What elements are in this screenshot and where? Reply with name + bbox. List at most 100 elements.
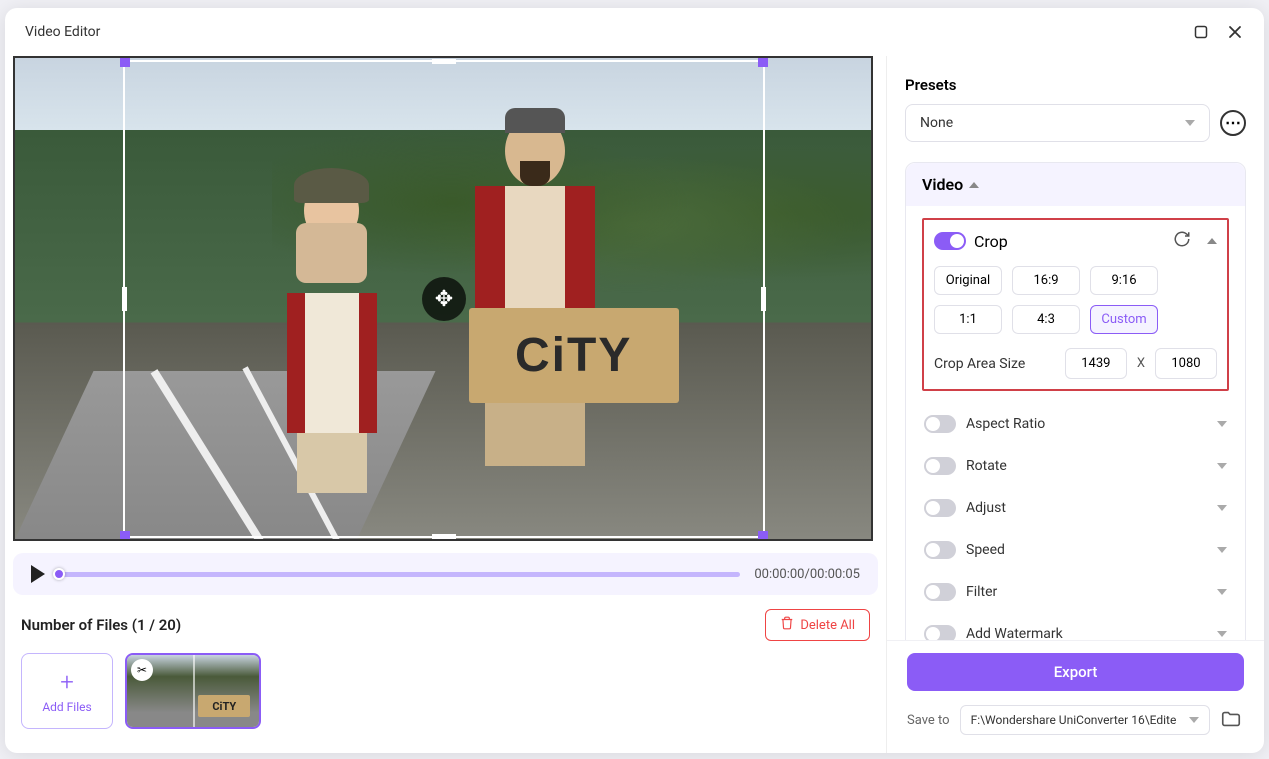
crop-handle-bottom[interactable] [432, 534, 456, 539]
crop-preset-16-9[interactable]: 16:9 [1012, 266, 1080, 295]
maximize-button[interactable] [1192, 23, 1210, 41]
effect-toggle[interactable] [924, 457, 956, 475]
save-to-row: Save to F:\Wondershare UniConverter 16\E… [907, 705, 1244, 735]
effect-label: Rotate [966, 458, 1007, 474]
presets-dropdown[interactable]: None [905, 104, 1210, 142]
export-button[interactable]: Export [907, 653, 1244, 691]
effect-row-aspect-ratio[interactable]: Aspect Ratio [922, 403, 1229, 445]
thumb-sign: CiTY [198, 695, 250, 717]
effects-list: Aspect Ratio Rotate Adjust Speed Filter Add W… [922, 403, 1229, 640]
chevron-down-icon [1217, 589, 1227, 595]
right-scroll[interactable]: Presets None Video [887, 56, 1264, 640]
crop-preset-9-16[interactable]: 9:16 [1090, 266, 1158, 295]
effect-label: Aspect Ratio [966, 416, 1045, 432]
progress-thumb[interactable] [53, 568, 65, 580]
files-row: + Add Files ✂ CiTY [21, 653, 870, 729]
crop-height-input[interactable] [1155, 348, 1217, 379]
effect-row-filter[interactable]: Filter [922, 571, 1229, 613]
x-separator: X [1137, 356, 1145, 371]
play-button[interactable] [31, 565, 45, 583]
crop-preset-1-1[interactable]: 1:1 [934, 305, 1002, 334]
titlebar-controls [1192, 23, 1244, 41]
open-folder-button[interactable] [1220, 708, 1244, 732]
files-count: Number of Files (1 / 20) [21, 616, 181, 634]
collapse-crop-icon[interactable] [1207, 238, 1217, 244]
video-editor-window: Video Editor [5, 8, 1264, 753]
chevron-up-icon [969, 182, 979, 188]
crop-handle-top[interactable] [432, 59, 456, 64]
bottom-bar: Export Save to F:\Wondershare UniConvert… [887, 640, 1264, 753]
crop-preset-buttons: Original 16:9 9:16 1:1 4:3 Custom [934, 266, 1217, 334]
chevron-down-icon [1189, 717, 1199, 723]
effect-toggle[interactable] [924, 583, 956, 601]
crop-handle-tr[interactable] [758, 57, 768, 67]
plus-icon: + [60, 668, 74, 696]
playback-bar: 00:00:00/00:00:05 [13, 553, 878, 595]
close-button[interactable] [1226, 23, 1244, 41]
delete-all-label: Delete All [800, 618, 855, 633]
reset-icon[interactable] [1173, 230, 1191, 252]
chevron-down-icon [1217, 463, 1227, 469]
presets-row: None [905, 104, 1246, 142]
titlebar: Video Editor [5, 8, 1264, 56]
video-preview[interactable]: CiTY ✥ [13, 56, 873, 541]
time-display: 00:00:00/00:00:05 [754, 567, 860, 582]
trash-icon [780, 616, 794, 634]
effect-toggle[interactable] [924, 415, 956, 433]
video-section-header[interactable]: Video [906, 163, 1245, 206]
files-header: Number of Files (1 / 20) Delete All [21, 609, 870, 641]
delete-all-button[interactable]: Delete All [765, 609, 870, 641]
crop-handle-bl[interactable] [120, 531, 130, 541]
crop-size-row: Crop Area Size X [934, 348, 1217, 379]
chevron-down-icon [1217, 631, 1227, 637]
effect-row-adjust[interactable]: Adjust [922, 487, 1229, 529]
effect-label: Adjust [966, 500, 1006, 516]
crop-handle-right[interactable] [761, 287, 766, 311]
chevron-down-icon [1217, 421, 1227, 427]
presets-label: Presets [905, 76, 1246, 94]
crop-preset-custom[interactable]: Custom [1090, 305, 1158, 334]
file-thumbnail-1[interactable]: ✂ CiTY [125, 653, 261, 729]
crop-header-row: Crop [934, 230, 1217, 252]
crop-preset-4-3[interactable]: 4:3 [1012, 305, 1080, 334]
crop-preset-original[interactable]: Original [934, 266, 1002, 295]
presets-selected: None [920, 115, 953, 131]
left-panel: CiTY ✥ [5, 56, 886, 753]
progress-slider[interactable] [59, 572, 740, 577]
presets-more-button[interactable] [1220, 110, 1246, 136]
crop-label: Crop [974, 232, 1008, 251]
effect-toggle[interactable] [924, 541, 956, 559]
effect-label: Filter [966, 584, 997, 600]
save-to-label: Save to [907, 713, 950, 728]
save-path: F:\Wondershare UniConverter 16\Edite [971, 713, 1177, 727]
effect-row-add-watermark[interactable]: Add Watermark [922, 613, 1229, 640]
chevron-down-icon [1217, 505, 1227, 511]
crop-handle-br[interactable] [758, 531, 768, 541]
crop-box[interactable]: ✥ [123, 60, 765, 538]
effect-toggle[interactable] [924, 625, 956, 640]
save-to-dropdown[interactable]: F:\Wondershare UniConverter 16\Edite [960, 705, 1210, 735]
effect-label: Add Watermark [966, 626, 1063, 640]
crop-handle-left[interactable] [122, 287, 127, 311]
content-area: CiTY ✥ [5, 56, 1264, 753]
scissors-icon: ✂ [131, 659, 153, 681]
crop-toggle[interactable] [934, 232, 966, 250]
video-section: Video Crop [905, 162, 1246, 640]
crop-width-input[interactable] [1065, 348, 1127, 379]
add-files-label: Add Files [42, 700, 91, 714]
effect-toggle[interactable] [924, 499, 956, 517]
effect-row-speed[interactable]: Speed [922, 529, 1229, 571]
video-section-body: Crop Original 16:9 9:16 1:1 4:3 Custom [906, 206, 1245, 640]
files-section: Number of Files (1 / 20) Delete All + Ad… [13, 609, 878, 729]
move-icon[interactable]: ✥ [422, 277, 466, 321]
effect-label: Speed [966, 542, 1005, 558]
crop-handle-tl[interactable] [120, 57, 130, 67]
window-title: Video Editor [25, 24, 100, 40]
crop-size-label: Crop Area Size [934, 356, 1055, 372]
add-files-button[interactable]: + Add Files [21, 653, 113, 729]
crop-panel: Crop Original 16:9 9:16 1:1 4:3 Custom [922, 218, 1229, 391]
chevron-down-icon [1185, 120, 1195, 126]
chevron-down-icon [1217, 547, 1227, 553]
effect-row-rotate[interactable]: Rotate [922, 445, 1229, 487]
video-header-label: Video [922, 175, 963, 194]
